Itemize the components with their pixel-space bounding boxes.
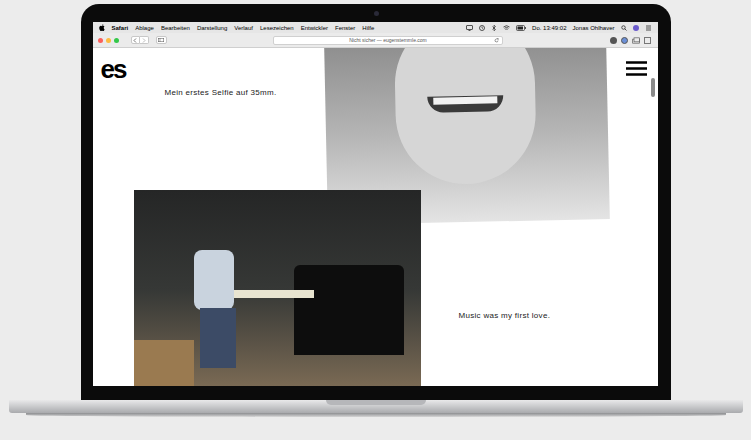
battery-icon[interactable]: [516, 25, 526, 31]
search-icon[interactable]: [621, 25, 627, 31]
menu-item[interactable]: Hilfe: [362, 25, 374, 31]
logo-text: es: [101, 54, 126, 84]
minimize-button[interactable]: [106, 38, 111, 43]
chevron-right-icon: [142, 38, 146, 43]
menu-item[interactable]: Bearbeiten: [161, 25, 190, 31]
menu-item[interactable]: Fenster: [335, 25, 355, 31]
site-logo[interactable]: es: [101, 56, 126, 85]
display-icon[interactable]: [466, 25, 473, 31]
siri-icon[interactable]: [633, 25, 639, 31]
zoom-button[interactable]: [114, 38, 119, 43]
chevron-left-icon: [133, 38, 137, 43]
laptop-base: [9, 400, 743, 420]
menu-item[interactable]: Ablage: [135, 25, 154, 31]
menu-bar: Safari Ablage Bearbeiten Darstellung Verlauf…: [93, 22, 658, 33]
screen: Safari Ablage Bearbeiten Darstellung Verlauf…: [93, 22, 658, 386]
menu-item[interactable]: Lesezeichen: [260, 25, 294, 31]
menu-clock[interactable]: Do. 13:49:02: [532, 25, 566, 31]
menu-user[interactable]: Jonas Ohlhaver: [572, 25, 614, 31]
address-bar[interactable]: Nicht sicher — eugenstemmle.com: [273, 36, 503, 45]
menu-item[interactable]: Entwickler: [301, 25, 328, 31]
bluetooth-icon[interactable]: [491, 25, 497, 31]
camera-icon: [374, 11, 379, 16]
sidebar-button[interactable]: [156, 36, 167, 44]
menu-items: Safari Ablage Bearbeiten Darstellung Verlauf…: [112, 25, 375, 31]
caption: Music was my first love.: [459, 311, 551, 321]
share-icon[interactable]: [632, 37, 640, 44]
extension-icon[interactable]: [610, 37, 617, 44]
wifi-icon[interactable]: [503, 25, 510, 31]
laptop-mockup: Safari Ablage Bearbeiten Darstellung Verlauf…: [0, 0, 751, 440]
browser-toolbar: Nicht sicher — eugenstemmle.com: [93, 33, 658, 48]
caption: Mein erstes Selfie auf 35mm.: [165, 88, 277, 98]
menu-button[interactable]: [626, 60, 648, 76]
laptop-bezel: Safari Ablage Bearbeiten Darstellung Verlauf…: [81, 4, 671, 400]
new-tab-icon[interactable]: [644, 37, 651, 44]
forward-button[interactable]: [140, 36, 149, 44]
reload-icon[interactable]: [494, 38, 499, 43]
web-page: es Mein erstes Selfie auf 35mm. Music wa…: [93, 48, 658, 386]
sidebar-icon: [158, 38, 164, 42]
menu-item[interactable]: Darstellung: [197, 25, 227, 31]
list-icon[interactable]: [645, 25, 652, 31]
address-text: Nicht sicher — eugenstemmle.com: [349, 38, 427, 43]
close-button[interactable]: [98, 38, 103, 43]
clock-icon[interactable]: [479, 25, 485, 31]
apple-icon[interactable]: [99, 24, 105, 31]
scrollbar-thumb[interactable]: [651, 78, 655, 97]
menu-item[interactable]: Safari: [112, 25, 129, 31]
back-button[interactable]: [131, 36, 140, 44]
profile-icon[interactable]: [621, 37, 628, 44]
hamburger-icon: [626, 61, 647, 76]
piano-photo: [134, 190, 421, 386]
menu-item[interactable]: Verlauf: [234, 25, 253, 31]
